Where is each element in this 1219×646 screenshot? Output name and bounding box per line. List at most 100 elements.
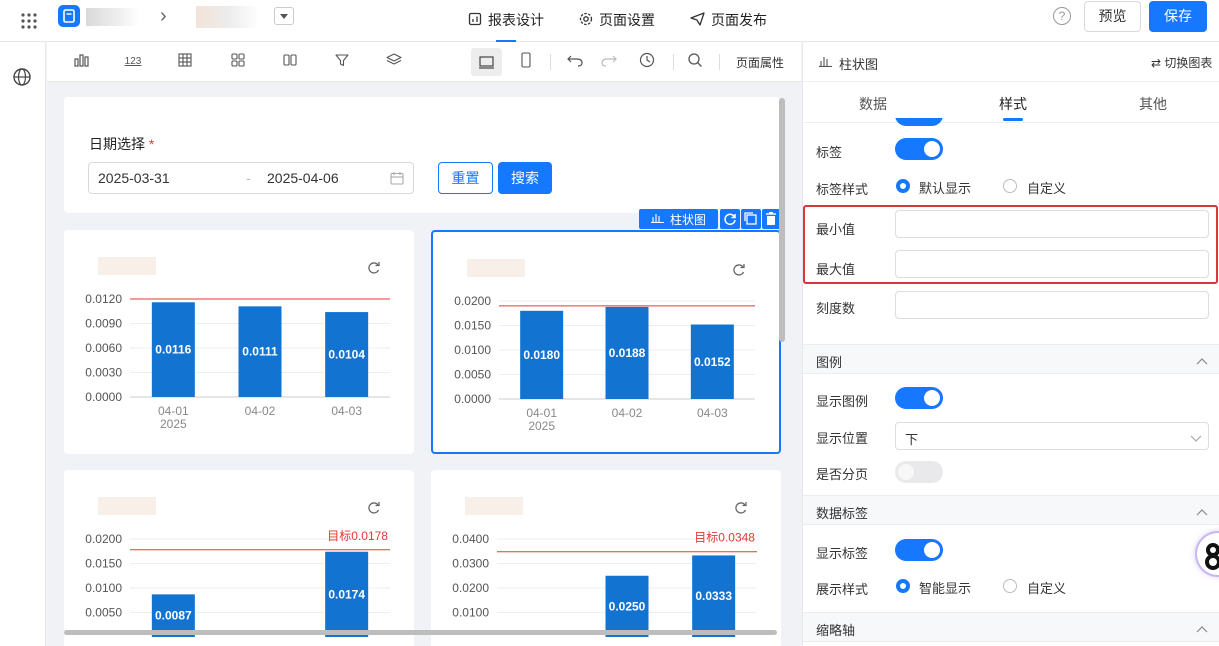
tab-style[interactable]: 样式 — [999, 94, 1027, 114]
date-range-picker[interactable]: 2025-03-31 - 2025-04-06 — [88, 162, 414, 194]
number-card-icon[interactable]: 123 — [123, 52, 143, 72]
project-name-blurred[interactable] — [86, 8, 140, 26]
tab-other[interactable]: 其他 — [1139, 94, 1167, 114]
thumbnail-axis-section-header[interactable]: 缩略轴 — [803, 612, 1219, 642]
bar-value-label: 0.0174 — [328, 587, 365, 601]
tick-count-input[interactable] — [895, 291, 1209, 319]
legend-section-header[interactable]: 图例 — [803, 344, 1219, 374]
badge-label: 柱状图 — [669, 212, 706, 227]
toggle-partial[interactable] — [895, 118, 943, 126]
datalabel-section-header[interactable]: 数据标签 — [803, 495, 1219, 525]
show-datalabel-toggle[interactable] — [895, 539, 943, 561]
x-tick-label: 04-01 — [158, 404, 189, 418]
tab-report-design[interactable]: 报表设计 — [468, 10, 544, 30]
chevron-up-icon[interactable] — [1195, 354, 1209, 369]
chart-card-4[interactable]: 0.04000.03000.02000.0100目标0.034804-010.0… — [431, 470, 781, 646]
max-value-label: 最大值 — [816, 262, 856, 277]
label-style-custom-text[interactable]: 自定义 — [1027, 178, 1066, 197]
app-logo-icon[interactable] — [58, 5, 80, 27]
bar-chart-icon[interactable] — [72, 52, 92, 72]
bar-chart: 0.0120 0.0090 0.0060 0.0030 0.0000 0.0116 04-0… — [85, 257, 390, 431]
datalabel-smart-radio[interactable] — [896, 579, 910, 593]
gear-icon — [579, 12, 593, 29]
tabs-divider — [803, 122, 1219, 123]
top-bar: › 报表设计 页面设置 页面发布 ? 预览 保存 — [0, 0, 1219, 42]
mobile-icon[interactable] — [516, 52, 536, 72]
label-style-default-radio[interactable] — [896, 179, 910, 193]
label-style-custom-radio[interactable] — [1003, 179, 1017, 193]
desktop-view-button[interactable] — [471, 48, 502, 76]
section-title: 图例 — [816, 355, 843, 370]
start-date-input[interactable]: 2025-03-31 — [98, 170, 170, 186]
tab-label: 页面发布 — [711, 12, 767, 28]
report-name-blurred[interactable] — [196, 6, 260, 28]
canvas-scrollbar-vertical[interactable] — [779, 98, 785, 342]
chart-card-1[interactable]: 0.0120 0.0090 0.0060 0.0030 0.0000 0.0116 04-0… — [64, 230, 414, 454]
apps-grid-icon[interactable] — [20, 12, 38, 30]
calendar-icon[interactable] — [390, 171, 404, 188]
toolbar-divider — [550, 54, 551, 70]
bar-value-label: 0.0087 — [155, 609, 192, 623]
grid-layout-icon[interactable] — [228, 52, 248, 72]
y-tick-label: 0.0060 — [85, 341, 122, 355]
datalabel-custom-text[interactable]: 自定义 — [1027, 578, 1066, 597]
label-toggle-label: 标签 — [816, 145, 843, 160]
search-button[interactable]: 搜索 — [498, 162, 552, 194]
max-value-input[interactable] — [895, 250, 1209, 278]
tab-label: 报表设计 — [488, 12, 544, 28]
refresh-icon[interactable] — [720, 209, 740, 229]
legend-position-select[interactable]: 下 — [895, 422, 1209, 450]
help-icon[interactable]: ? — [1053, 7, 1071, 25]
assistant-bubble-icon[interactable] — [1195, 531, 1219, 577]
section-title: 缩略轴 — [816, 623, 856, 638]
target-label: 目标0.0178 — [327, 529, 388, 543]
layers-icon[interactable] — [384, 52, 404, 72]
canvas-scrollbar-horizontal[interactable] — [64, 630, 777, 635]
chart-card-3[interactable]: 0.02000.01500.01000.0050目标0.01780.008704… — [64, 470, 414, 646]
y-tick-label: 0.0200 — [85, 532, 122, 546]
reset-button[interactable]: 重置 — [438, 162, 493, 194]
chart-title-blurred — [465, 497, 523, 515]
columns-icon[interactable] — [280, 52, 300, 72]
chart-card-2[interactable]: 0.0200 0.0150 0.0100 0.0050 0.0000 0.0180 04-0… — [431, 230, 781, 454]
tab-style-indicator — [1003, 118, 1023, 121]
preview-button[interactable]: 预览 — [1084, 1, 1141, 32]
selected-chart-badge[interactable]: 柱状图 — [639, 209, 718, 229]
show-legend-toggle[interactable] — [895, 387, 943, 409]
globe-icon[interactable] — [12, 67, 32, 87]
save-button[interactable]: 保存 — [1149, 1, 1207, 32]
tab-page-publish[interactable]: 页面发布 — [690, 10, 767, 30]
refresh-icon-arc — [368, 262, 380, 274]
tab-page-settings[interactable]: 页面设置 — [579, 10, 655, 30]
filter-icon[interactable] — [332, 52, 352, 72]
label-style-default-text[interactable]: 默认显示 — [919, 178, 971, 197]
tab-data[interactable]: 数据 — [859, 94, 887, 114]
datalabel-custom-radio[interactable] — [1003, 579, 1017, 593]
table-icon[interactable] — [175, 52, 195, 72]
legend-position-label: 显示位置 — [816, 431, 869, 446]
panel-title: 柱状图 — [839, 57, 879, 72]
label-toggle[interactable] — [895, 138, 943, 160]
undo-icon[interactable] — [565, 52, 585, 72]
delete-icon[interactable] — [762, 209, 780, 229]
chevron-up-icon[interactable] — [1195, 622, 1209, 637]
bar-value-label: 0.0250 — [609, 599, 646, 613]
switch-chart-button[interactable]: ⇄ 切换图表 — [1151, 54, 1212, 71]
history-icon[interactable] — [637, 52, 657, 72]
datalabel-smart-text[interactable]: 智能显示 — [919, 578, 971, 597]
x-tick-label: 04-02 — [612, 406, 643, 420]
tab-label: 页面设置 — [599, 12, 655, 28]
breadcrumb-separator: › — [160, 5, 167, 27]
x-tick-sublabel: 2025 — [528, 419, 555, 433]
filter-label: 日期选择 * — [89, 134, 154, 154]
report-dropdown-button[interactable] — [274, 7, 294, 25]
copy-icon[interactable] — [741, 209, 761, 229]
legend-paging-toggle[interactable] — [895, 461, 943, 483]
chevron-up-icon[interactable] — [1195, 505, 1209, 520]
search-icon[interactable] — [685, 52, 705, 72]
end-date-input[interactable]: 2025-04-06 — [267, 170, 339, 186]
bar-value-label: 0.0180 — [523, 348, 560, 362]
page-properties-button[interactable]: 页面属性 — [736, 54, 784, 71]
min-value-input[interactable] — [895, 210, 1209, 238]
redo-icon[interactable] — [599, 52, 619, 72]
